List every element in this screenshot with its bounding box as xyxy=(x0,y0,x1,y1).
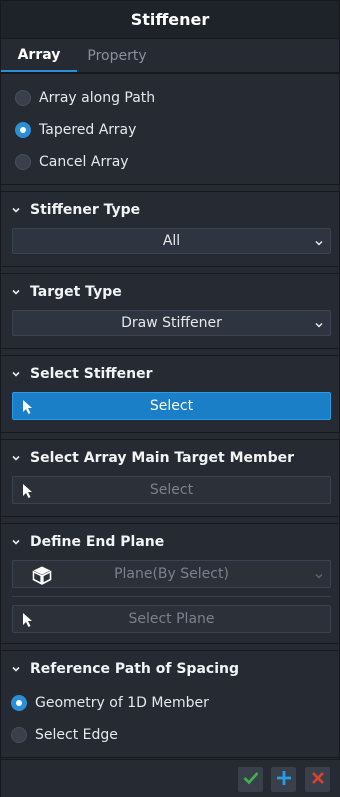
divider xyxy=(12,596,331,597)
chevron-down-icon xyxy=(11,369,21,379)
radio-cancel-array[interactable]: Cancel Array xyxy=(1,146,339,178)
define-end-plane-section: Define End Plane Plane(By Select) Select… xyxy=(1,523,339,644)
section-title: Target Type xyxy=(30,284,122,300)
target-type-header[interactable]: Target Type xyxy=(1,274,339,310)
button-label: Select Plane xyxy=(128,611,215,627)
radio-tapered-array[interactable]: Tapered Array xyxy=(1,114,339,146)
target-type-dropdown[interactable]: Draw Stiffener xyxy=(12,310,331,336)
cursor-arrow-icon xyxy=(21,399,35,415)
stiffener-type-section: Stiffener Type All xyxy=(1,191,339,267)
target-type-section: Target Type Draw Stiffener xyxy=(1,273,339,349)
ok-button[interactable] xyxy=(238,767,263,792)
end-plane-dropdown[interactable]: Plane(By Select) xyxy=(12,560,331,588)
dropdown-value: Draw Stiffener xyxy=(121,315,222,331)
array-mode-section: Array along Path Tapered Array Cancel Ar… xyxy=(1,73,339,185)
radio-label: Cancel Array xyxy=(39,154,129,170)
chevron-down-icon xyxy=(314,569,324,579)
select-stiffener-button[interactable]: Select xyxy=(12,392,331,420)
radio-label: Geometry of 1D Member xyxy=(35,695,209,711)
window-title-text: Stiffener xyxy=(130,10,210,29)
window-title: Stiffener xyxy=(1,1,339,39)
plus-icon xyxy=(276,770,292,790)
select-array-main-header[interactable]: Select Array Main Target Member xyxy=(1,440,339,476)
section-title: Reference Path of Spacing xyxy=(30,661,239,677)
button-label: Select xyxy=(149,482,194,498)
select-array-main-section: Select Array Main Target Member Select xyxy=(1,439,339,517)
dropdown-value: Plane(By Select) xyxy=(114,566,229,582)
select-plane-button[interactable]: Select Plane xyxy=(12,605,331,633)
button-label: Select xyxy=(149,398,194,414)
cancel-button[interactable] xyxy=(305,767,330,792)
cube-icon xyxy=(31,565,53,585)
dropdown-value: All xyxy=(162,233,181,249)
radio-button[interactable] xyxy=(11,727,27,743)
section-title: Select Stiffener xyxy=(30,366,153,382)
close-icon xyxy=(311,771,325,789)
check-icon xyxy=(243,771,259,789)
radio-geometry-1d-member[interactable]: Geometry of 1D Member xyxy=(1,687,339,719)
chevron-down-icon xyxy=(11,205,21,215)
cursor-arrow-icon xyxy=(21,483,35,499)
reference-path-header[interactable]: Reference Path of Spacing xyxy=(1,651,339,687)
action-bar xyxy=(1,759,340,797)
radio-label: Tapered Array xyxy=(39,122,137,138)
radio-select-edge[interactable]: Select Edge xyxy=(1,719,339,751)
tab-property[interactable]: Property xyxy=(77,39,157,72)
stiffener-panel: Stiffener Array Property Array along Pat… xyxy=(0,0,340,797)
add-button[interactable] xyxy=(271,767,296,792)
radio-label: Select Edge xyxy=(35,727,118,743)
chevron-down-icon xyxy=(11,537,21,547)
radio-button[interactable] xyxy=(15,154,31,170)
section-title: Stiffener Type xyxy=(30,202,141,218)
tab-bar: Array Property xyxy=(1,39,339,73)
radio-button[interactable] xyxy=(15,122,31,138)
chevron-down-icon xyxy=(11,287,21,297)
chevron-down-icon xyxy=(314,236,324,246)
radio-label: Array along Path xyxy=(39,90,156,106)
define-end-plane-header[interactable]: Define End Plane xyxy=(1,524,339,560)
select-array-main-button[interactable]: Select xyxy=(12,476,331,504)
chevron-down-icon xyxy=(314,318,324,328)
select-stiffener-section: Select Stiffener Select xyxy=(1,355,339,433)
reference-path-section: Reference Path of Spacing Geometry of 1D… xyxy=(1,650,339,758)
stiffener-type-header[interactable]: Stiffener Type xyxy=(1,192,339,228)
chevron-down-icon xyxy=(11,453,21,463)
cursor-arrow-icon xyxy=(21,612,35,628)
radio-button[interactable] xyxy=(11,695,27,711)
tab-array[interactable]: Array xyxy=(1,39,77,72)
section-title: Select Array Main Target Member xyxy=(30,450,295,466)
section-title: Define End Plane xyxy=(30,534,165,550)
radio-button[interactable] xyxy=(15,90,31,106)
chevron-down-icon xyxy=(11,664,21,674)
radio-array-along-path[interactable]: Array along Path xyxy=(1,82,339,114)
stiffener-type-dropdown[interactable]: All xyxy=(12,228,331,254)
select-stiffener-header[interactable]: Select Stiffener xyxy=(1,356,339,392)
